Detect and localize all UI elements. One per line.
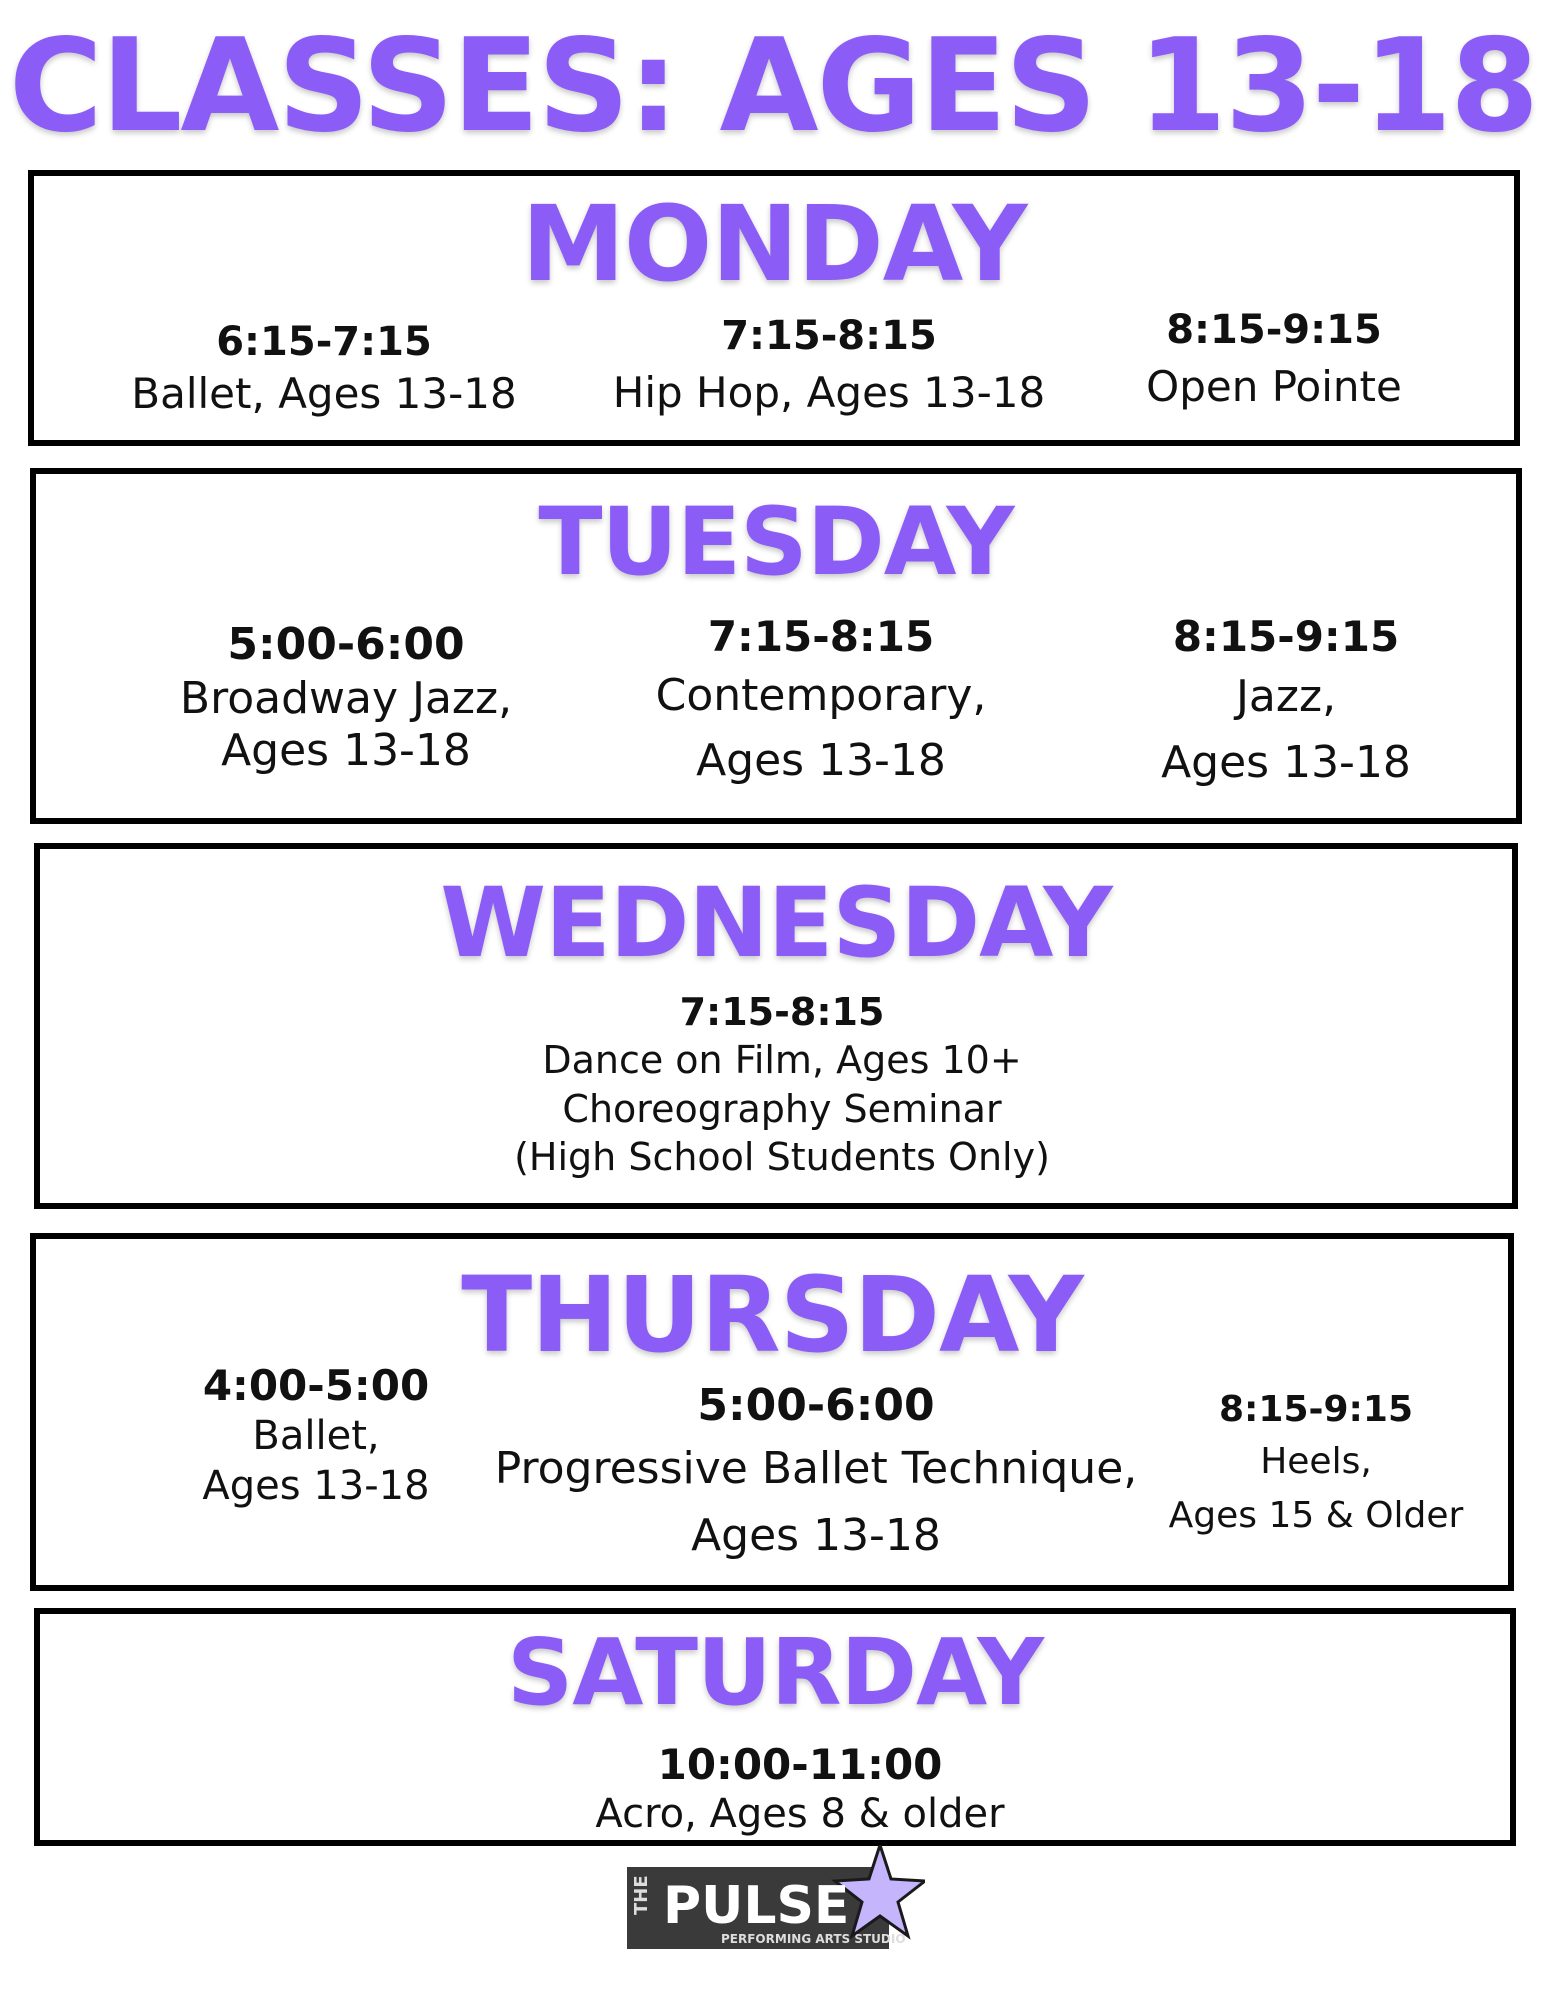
class-time: 6:15-7:15 xyxy=(216,319,432,365)
class-name: Broadway Jazz, xyxy=(179,673,513,724)
class-time: 5:00-6:00 xyxy=(227,619,465,670)
class-time: 8:15-9:15 xyxy=(1218,1389,1414,1430)
monday-box: MONDAY 6:15-7:15 Ballet, Ages 13-18 7:15… xyxy=(28,170,1520,446)
class-time: 8:15-9:15 xyxy=(1166,307,1382,353)
class-slot: 4:00-5:00 Ballet, Ages 13-18 xyxy=(166,1361,466,1511)
class-note: (High School Students Only) xyxy=(514,1135,1050,1179)
class-time: 7:15-8:15 xyxy=(721,313,937,359)
class-ages: Ages 13-18 xyxy=(202,1463,430,1509)
tuesday-box: TUESDAY 5:00-6:00 Broadway Jazz, Ages 13… xyxy=(30,468,1522,824)
class-name: Hip Hop, Ages 13-18 xyxy=(612,368,1046,417)
thursday-box: THURSDAY 4:00-5:00 Ballet, Ages 13-18 5:… xyxy=(30,1233,1514,1591)
class-name: Open Pointe xyxy=(1146,362,1402,411)
saturday-box: SATURDAY 10:00-11:00 Acro, Ages 8 & olde… xyxy=(34,1608,1516,1846)
class-slot: 8:15-9:15 Heels, Ages 15 & Older xyxy=(1146,1387,1486,1541)
class-slot: 7:15-8:15 Dance on Film, Ages 10+ Choreo… xyxy=(332,989,1232,1181)
class-slot: 8:15-9:15 Jazz, Ages 13-18 xyxy=(1066,612,1506,794)
class-slot: 5:00-6:00 Broadway Jazz, Ages 13-18 xyxy=(86,618,606,776)
day-title-monday: MONDAY xyxy=(521,183,1027,305)
pulse-logo-graphic: THE PULSE PERFORMING ARTS STUDIO xyxy=(627,1840,930,1949)
class-time: 5:00-6:00 xyxy=(697,1380,935,1431)
studio-logo: THE PULSE PERFORMING ARTS STUDIO xyxy=(625,1840,930,1955)
day-title-wednesday: WEDNESDAY xyxy=(440,867,1113,979)
class-ages: Ages 13-18 xyxy=(691,1510,941,1561)
class-slot: 7:15-8:15 Contemporary, Ages 13-18 xyxy=(556,612,1086,792)
class-ages: Ages 13-18 xyxy=(221,725,471,776)
class-time: 7:15-8:15 xyxy=(707,612,935,661)
class-ages: Ages 15 & Older xyxy=(1168,1495,1464,1536)
logo-name: PULSE xyxy=(663,1876,849,1936)
class-slot: 7:15-8:15 Hip Hop, Ages 13-18 xyxy=(564,312,1094,426)
logo-the: THE xyxy=(631,1875,652,1915)
class-name: Choreography Seminar xyxy=(562,1087,1002,1131)
class-name: Ballet, Ages 13-18 xyxy=(131,369,517,418)
day-title-tuesday: TUESDAY xyxy=(538,488,1014,597)
class-name: Progressive Ballet Technique, xyxy=(494,1443,1138,1494)
class-name: Contemporary, xyxy=(655,670,987,721)
class-name: Acro, Ages 8 & older xyxy=(595,1791,1005,1837)
class-time: 10:00-11:00 xyxy=(657,1740,943,1789)
day-title-saturday: SATURDAY xyxy=(506,1619,1044,1726)
class-ages: Ages 13-18 xyxy=(696,735,946,786)
class-name: Dance on Film, Ages 10+ xyxy=(542,1038,1022,1082)
class-time: 7:15-8:15 xyxy=(679,990,885,1034)
class-name: Jazz, xyxy=(1235,671,1337,722)
class-slot: 8:15-9:15 Open Pointe xyxy=(1064,306,1484,420)
logo-subtitle: PERFORMING ARTS STUDIO xyxy=(721,1932,906,1946)
class-ages: Ages 13-18 xyxy=(1161,737,1411,788)
class-slot: 5:00-6:00 Progressive Ballet Technique, … xyxy=(436,1379,1196,1567)
class-name: Heels, xyxy=(1260,1441,1372,1482)
class-name: Ballet, xyxy=(252,1413,380,1459)
class-time: 8:15-9:15 xyxy=(1172,612,1400,661)
wednesday-box: WEDNESDAY 7:15-8:15 Dance on Film, Ages … xyxy=(34,843,1518,1209)
day-title-thursday: THURSDAY xyxy=(461,1254,1084,1376)
page-title: CLASSES: AGES 13-18 xyxy=(8,12,1539,161)
class-slot: 10:00-11:00 Acro, Ages 8 & older xyxy=(380,1740,1220,1838)
class-time: 4:00-5:00 xyxy=(202,1361,430,1410)
class-slot: 6:15-7:15 Ballet, Ages 13-18 xyxy=(74,318,574,422)
